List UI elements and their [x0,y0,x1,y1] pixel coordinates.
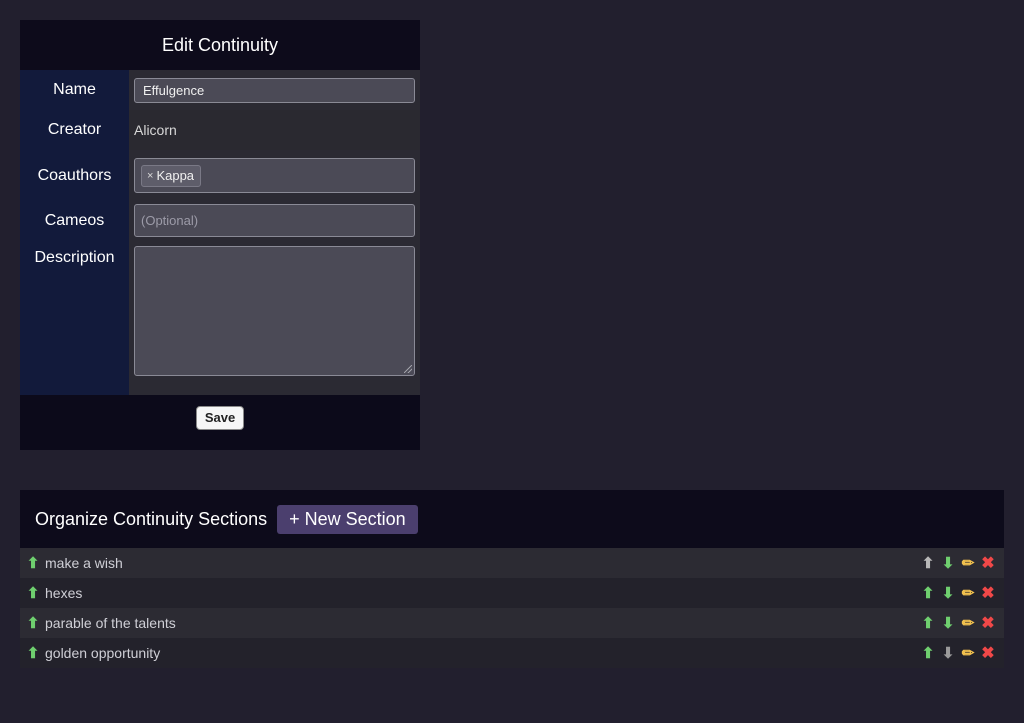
drag-up-icon[interactable]: ⬆ [26,644,40,662]
move-up-icon[interactable]: ⬆ [918,584,938,602]
move-down-icon: ⬇ [941,645,955,662]
edit-continuity-title: Edit Continuity [20,20,420,70]
description-value-cell [129,240,420,395]
description-textarea[interactable] [134,246,415,376]
drag-up-icon[interactable]: ⬆ [26,584,40,602]
section-title[interactable]: make a wish [45,555,918,571]
cameos-row: Cameos (Optional) [20,201,420,240]
section-row: ⬆ make a wish ⬆ ⬇ ✏ ✖ [20,548,1004,578]
tag-remove-icon[interactable]: × [147,170,153,182]
pencil-icon[interactable]: ✏ [958,584,978,602]
description-row: Description [20,240,420,395]
drag-up-icon[interactable]: ⬆ [26,554,40,572]
cameos-value-cell: (Optional) [129,201,420,240]
coauthor-tag: × Kappa [141,164,202,187]
creator-label: Creator [20,110,129,150]
section-title[interactable]: golden opportunity [45,645,918,661]
creator-row: Creator Alicorn [20,110,420,150]
cameos-label: Cameos [20,201,129,240]
section-row: ⬆ hexes ⬆ ⬇ ✏ ✖ [20,578,1004,608]
drag-up-icon[interactable]: ⬆ [26,614,40,632]
coauthors-value-cell: × Kappa [129,150,420,201]
row-actions: ⬆ ⬇ ✏ ✖ [918,613,998,633]
name-value-cell: Effulgence [129,70,420,110]
section-row: ⬆ golden opportunity ⬆ ⬇ ✏ ✖ [20,638,1004,668]
section-title[interactable]: parable of the talents [45,615,918,631]
row-actions: ⬆ ⬇ ✏ ✖ [918,553,998,573]
delete-x-icon[interactable]: ✖ [978,643,998,663]
organize-sections-panel: Organize Continuity Sections + New Secti… [20,490,1004,668]
row-actions: ⬆ ⬇ ✏ ✖ [918,583,998,603]
edit-footer: Save [20,395,420,440]
move-up-icon: ⬆ [921,555,935,572]
save-button[interactable]: Save [195,405,245,430]
delete-x-icon[interactable]: ✖ [978,553,998,573]
creator-value: Alicorn [129,110,420,150]
row-actions: ⬆ ⬇ ✏ ✖ [918,643,998,663]
edit-continuity-panel: Edit Continuity Name Effulgence Creator … [20,20,420,450]
move-down-icon[interactable]: ⬇ [938,554,958,572]
coauthors-row: Coauthors × Kappa [20,150,420,201]
sections-title: Organize Continuity Sections [35,508,268,529]
move-up-icon[interactable]: ⬆ [918,614,938,632]
move-up-icon[interactable]: ⬆ [918,644,938,662]
name-row: Name Effulgence [20,70,420,110]
coauthors-label: Coauthors [20,150,129,201]
name-input[interactable]: Effulgence [134,77,415,103]
pencil-icon[interactable]: ✏ [958,644,978,662]
delete-x-icon[interactable]: ✖ [978,583,998,603]
move-down-icon[interactable]: ⬇ [938,584,958,602]
pencil-icon[interactable]: ✏ [958,614,978,632]
sections-header: Organize Continuity Sections + New Secti… [20,490,1004,548]
coauthors-input[interactable]: × Kappa [134,158,415,193]
move-down-icon[interactable]: ⬇ [938,614,958,632]
name-label: Name [20,70,129,110]
new-section-button[interactable]: + New Section [277,504,418,534]
section-row: ⬆ parable of the talents ⬆ ⬇ ✏ ✖ [20,608,1004,638]
description-label: Description [20,240,129,395]
delete-x-icon[interactable]: ✖ [978,613,998,633]
section-title[interactable]: hexes [45,585,918,601]
pencil-icon[interactable]: ✏ [958,554,978,572]
cameos-input[interactable]: (Optional) [134,204,415,237]
resize-grip-icon[interactable] [404,365,412,373]
coauthor-tag-label: Kappa [156,168,195,183]
